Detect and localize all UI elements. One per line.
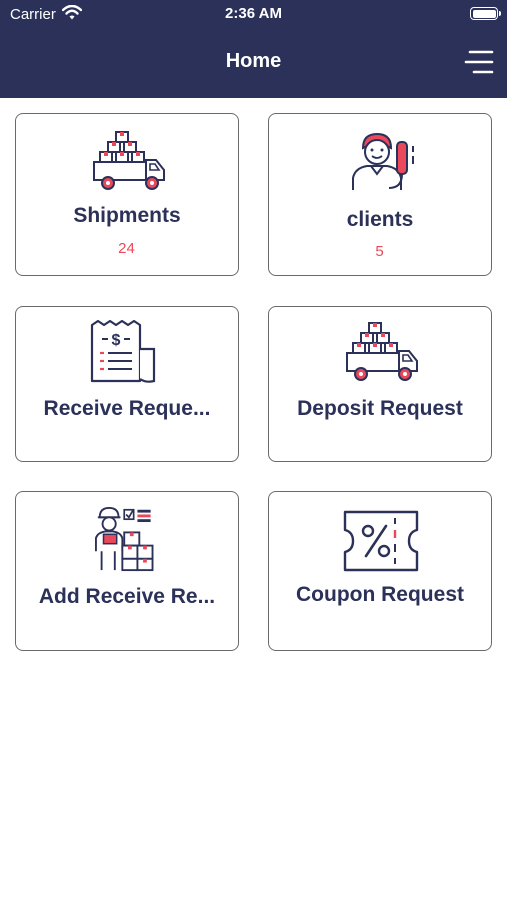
delivery-truck-icon (346, 322, 418, 381)
status-time: 2:36 AM (225, 5, 282, 22)
battery-icon (470, 7, 501, 20)
card-label: clients (346, 208, 414, 231)
navigation-bar: Carrier 2:36 AM Home (0, 0, 507, 98)
shipments-count: 24 (118, 240, 135, 257)
card-label: Deposit Request (297, 397, 463, 420)
page-title: Home (225, 50, 282, 72)
clients-count: 5 (375, 243, 384, 260)
customer-support-icon (352, 132, 414, 190)
card-label: Add Receive Re... (38, 585, 216, 608)
coupon-icon (343, 510, 419, 572)
deposit-request-card[interactable]: Deposit Request (268, 306, 492, 462)
delivery-truck-icon (93, 131, 165, 190)
card-label: Shipments (73, 204, 181, 227)
menu-icon[interactable] (464, 49, 494, 75)
clients-card[interactable]: clients 5 (268, 113, 492, 276)
card-label: Coupon Request (296, 583, 464, 606)
add-receive-request-card[interactable]: Add Receive Re... (15, 491, 239, 651)
card-label: Receive Reque... (43, 397, 211, 420)
coupon-request-card[interactable]: Coupon Request (268, 491, 492, 651)
courier-packages-icon (94, 506, 154, 572)
shipments-card[interactable]: Shipments 24 (15, 113, 239, 276)
svg-text:$: $ (112, 332, 121, 349)
receive-request-card[interactable]: $ Receive Reque... (15, 306, 239, 462)
receipt-icon: $ (90, 319, 156, 383)
status-bar: Carrier 2:36 AM (0, 0, 507, 28)
